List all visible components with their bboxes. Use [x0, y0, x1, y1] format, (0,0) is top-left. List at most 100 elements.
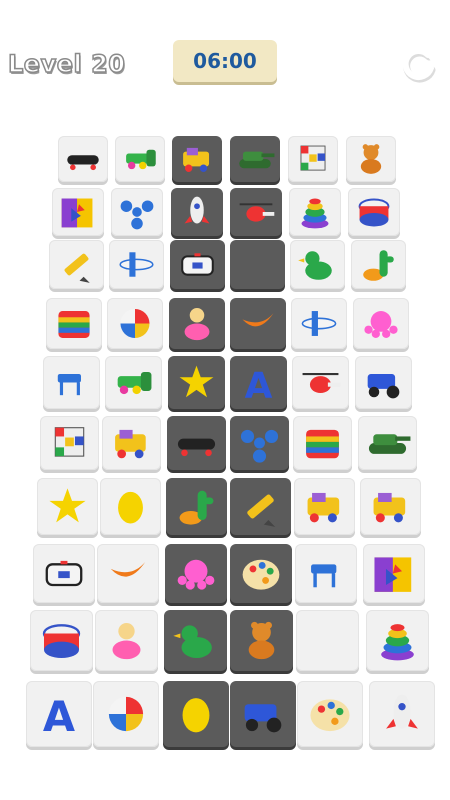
tile-toy-train-car[interactable] — [360, 478, 421, 535]
tile-lemon[interactable] — [163, 681, 229, 747]
tile-pop-it[interactable] — [293, 416, 352, 470]
tile-ring-stacker[interactable] — [289, 188, 341, 236]
tile-helicopter[interactable] — [292, 356, 349, 409]
tile-rubiks-cube[interactable] — [288, 136, 338, 182]
toy-drum-icon — [42, 624, 81, 658]
tile-toy-train-car[interactable] — [102, 416, 161, 470]
doll-icon — [112, 623, 141, 660]
tile-teddy-bear[interactable] — [230, 610, 293, 671]
tile-lemon[interactable] — [100, 478, 161, 535]
tile-rocket[interactable] — [171, 188, 223, 236]
toy-train-car-icon — [183, 147, 210, 172]
pop-it-icon — [306, 429, 339, 459]
doll-icon — [184, 307, 210, 341]
tile-fidget-spinner[interactable] — [111, 188, 163, 236]
police-car-icon — [181, 253, 214, 276]
level-label: Level 20 — [7, 49, 126, 79]
tile-toy-drum[interactable] — [348, 188, 400, 236]
toy-train-car-icon — [373, 492, 406, 523]
toy-train-car-icon — [307, 492, 340, 523]
octopus-icon — [364, 311, 398, 339]
tile-paint-palette[interactable] — [230, 544, 292, 603]
paint-palette-icon — [310, 699, 350, 732]
tile-police-car[interactable] — [33, 544, 95, 603]
tile-teddy-bear[interactable] — [346, 136, 396, 182]
airplane-icon — [301, 311, 337, 336]
tile-alphabet-block[interactable] — [52, 188, 104, 236]
rocket-icon — [184, 196, 210, 224]
tile-airplane[interactable] — [291, 298, 347, 349]
tile-pencil[interactable] — [230, 478, 291, 535]
rubiks-cube-icon — [300, 145, 326, 171]
tile-blue-tractor[interactable] — [355, 356, 412, 409]
toy-drum-icon — [358, 198, 390, 227]
fidget-spinner-icon — [120, 200, 154, 230]
police-car-icon — [45, 560, 83, 587]
blue-tractor-icon — [367, 374, 400, 399]
tile-star[interactable] — [168, 356, 225, 409]
blue-tractor-icon — [244, 704, 282, 733]
lemon-icon — [118, 491, 143, 524]
tile-boomerang[interactable] — [230, 298, 286, 349]
tile-ring-stacker[interactable] — [366, 610, 429, 671]
tile-star[interactable] — [37, 478, 98, 535]
tile-green-cannon[interactable] — [115, 136, 165, 182]
skateboard-icon — [67, 155, 99, 171]
tile-cactus-toy[interactable] — [166, 478, 227, 535]
tile-skateboard[interactable] — [167, 416, 226, 470]
tile-letter-a[interactable]: A — [230, 356, 287, 409]
cactus-toy-icon — [179, 490, 214, 525]
tile-toy-train-car[interactable] — [172, 136, 222, 182]
rubber-duck-icon — [173, 625, 212, 658]
tile-alphabet-block[interactable] — [363, 544, 425, 603]
alphabet-block-icon — [61, 198, 93, 228]
toy-train-car-icon — [115, 429, 146, 459]
tile-helicopter[interactable] — [230, 188, 282, 236]
tile-rocket[interactable] — [369, 681, 435, 747]
tile-police-car[interactable] — [170, 240, 225, 289]
tile-airplane[interactable] — [109, 240, 164, 289]
tile-toy-chair[interactable] — [295, 544, 357, 603]
tile-octopus[interactable] — [353, 298, 409, 349]
tile-boomerang[interactable] — [97, 544, 159, 603]
tile-empty — [230, 240, 285, 289]
tile-fidget-spinner[interactable] — [230, 416, 289, 470]
fidget-spinner-icon — [240, 429, 279, 463]
rocket-icon — [386, 694, 418, 729]
tile-toy-train-car[interactable] — [294, 478, 355, 535]
teddy-bear-icon — [360, 144, 382, 174]
tile-doll[interactable] — [95, 610, 158, 671]
tile-rubiks-cube[interactable] — [40, 416, 99, 470]
tile-octopus[interactable] — [165, 544, 227, 603]
green-cannon-icon — [117, 371, 152, 395]
star-icon — [179, 365, 214, 398]
alphabet-block-icon — [374, 557, 412, 592]
restart-button[interactable] — [398, 44, 438, 84]
tile-beach-ball[interactable] — [107, 298, 163, 349]
svg-text:A: A — [245, 365, 273, 406]
tile-letter-a[interactable]: A — [26, 681, 92, 747]
tile-pencil[interactable] — [49, 240, 104, 289]
tile-rubber-duck[interactable] — [290, 240, 345, 289]
tile-doll[interactable] — [169, 298, 225, 349]
restart-icon — [402, 48, 436, 83]
tile-toy-chair[interactable] — [43, 356, 100, 409]
rubiks-cube-icon — [54, 427, 85, 457]
timer: 06:00 — [173, 40, 277, 82]
tile-beach-ball[interactable] — [93, 681, 159, 747]
cactus-toy-icon — [363, 250, 394, 281]
star-icon — [49, 488, 86, 523]
rubber-duck-icon — [298, 251, 332, 280]
tile-pop-it[interactable] — [46, 298, 102, 349]
tile-paint-palette[interactable] — [297, 681, 363, 747]
tile-blue-tractor[interactable] — [230, 681, 296, 747]
tile-cactus-toy[interactable] — [351, 240, 406, 289]
tile-green-cannon[interactable] — [105, 356, 162, 409]
tile-toy-drum[interactable] — [30, 610, 93, 671]
tile-skateboard[interactable] — [58, 136, 108, 182]
tile-tank[interactable] — [358, 416, 417, 470]
tile-tank[interactable] — [230, 136, 280, 182]
ring-stacker-icon — [301, 198, 329, 229]
paint-palette-icon — [242, 559, 280, 590]
tile-rubber-duck[interactable] — [164, 610, 227, 671]
